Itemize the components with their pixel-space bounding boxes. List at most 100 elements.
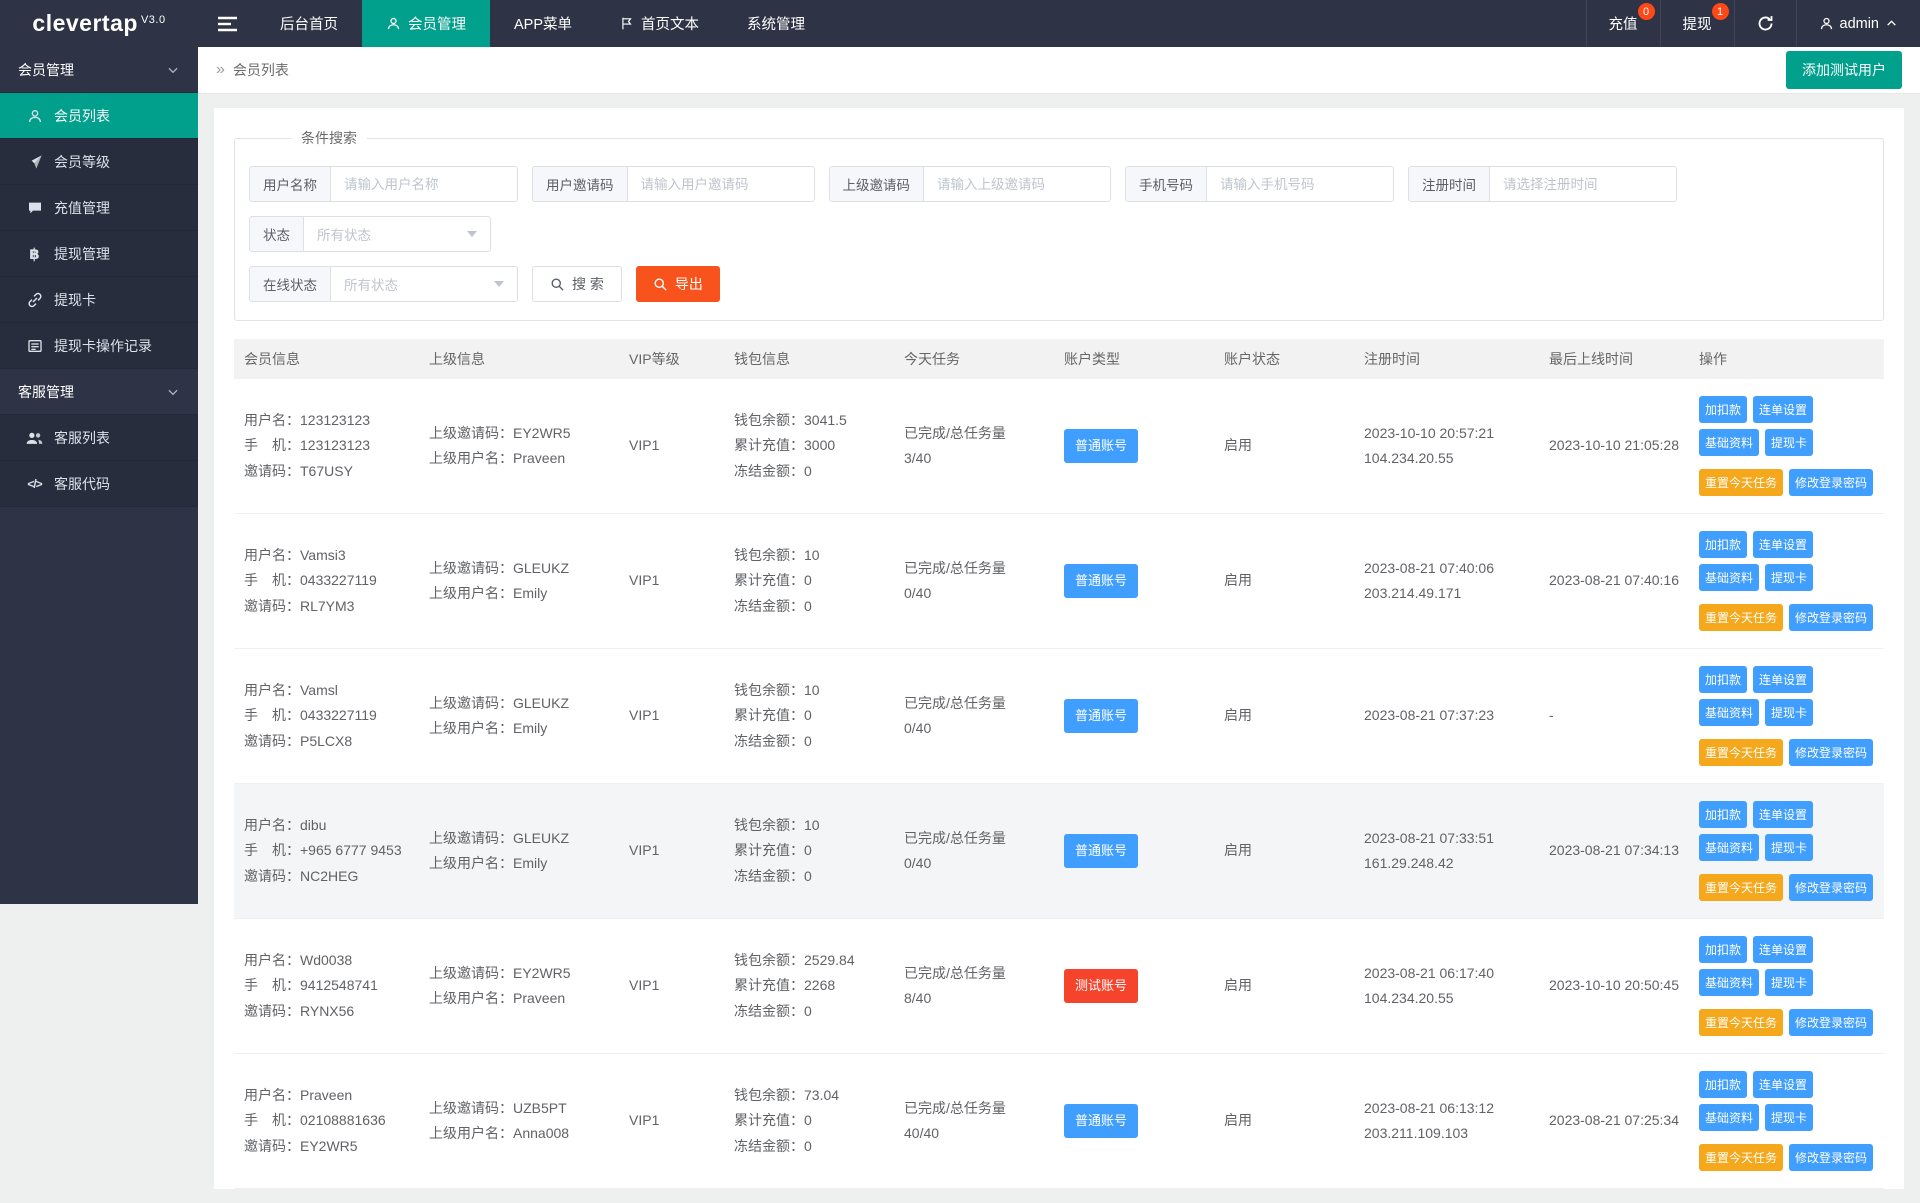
register-time-value: 2023-10-10 20:57:21 — [1364, 421, 1529, 446]
recharge-notice-button[interactable]: 充值 0 — [1586, 0, 1660, 47]
recharge-total-value: 0 — [804, 572, 812, 588]
basic-info-button[interactable]: 基础资料 — [1699, 834, 1759, 861]
sidebar-item-support-code[interactable]: </> 客服代码 — [0, 461, 198, 507]
sidebar-item-label: 客服列表 — [54, 428, 110, 448]
register-ip-value: 104.234.20.55 — [1364, 986, 1529, 1011]
online-status-select[interactable]: 所有状态 — [331, 267, 517, 301]
phone-label: 手 机： — [244, 1112, 300, 1128]
serial-setting-button[interactable]: 连单设置 — [1753, 1071, 1813, 1098]
reset-tasks-button[interactable]: 重置今天任务 — [1699, 739, 1783, 766]
parent-code-label: 上级邀请码： — [429, 1100, 513, 1116]
change-password-button[interactable]: 修改登录密码 — [1789, 1009, 1873, 1036]
sidebar-item-member-level[interactable]: 会员等级 — [0, 139, 198, 185]
basic-info-button[interactable]: 基础资料 — [1699, 969, 1759, 996]
nav-item-home-text[interactable]: 首页文本 — [596, 0, 723, 47]
nav-item-app-menu[interactable]: APP菜单 — [490, 0, 596, 47]
register-time-value: 2023-08-21 07:40:06 — [1364, 556, 1529, 581]
operations-group-primary: 加扣款 连单设置 基础资料 提现卡 — [1699, 936, 1878, 996]
column-header: 注册时间 — [1354, 349, 1539, 369]
sidebar-item-withdraw-card[interactable]: 提现卡 — [0, 277, 198, 323]
serial-setting-button[interactable]: 连单设置 — [1753, 936, 1813, 963]
nav-item-system[interactable]: 系统管理 — [723, 0, 829, 47]
sidebar-item-withdraw-card-log[interactable]: 提现卡操作记录 — [0, 323, 198, 369]
reset-tasks-button[interactable]: 重置今天任务 — [1699, 604, 1783, 631]
tasks-value: 40/40 — [904, 1121, 1044, 1146]
main-content: » 会员列表 添加测试用户 条件搜索 用户名称 用户邀请码 上级邀请码 — [198, 47, 1920, 1203]
tasks-value: 8/40 — [904, 986, 1044, 1011]
refresh-button[interactable] — [1734, 0, 1796, 47]
basic-info-button[interactable]: 基础资料 — [1699, 429, 1759, 456]
export-button[interactable]: 导出 — [636, 266, 720, 302]
parent-name-label: 上级用户名： — [429, 990, 513, 1006]
table-row: 用户名：123123123 手 机：123123123 邀请码：T67USY 上… — [234, 379, 1884, 514]
change-password-button[interactable]: 修改登录密码 — [1789, 739, 1873, 766]
parent-code-value: EY2WR5 — [513, 425, 571, 441]
account-status-cell: 启用 — [1214, 1108, 1354, 1133]
sidebar-group-label: 会员管理 — [18, 60, 74, 80]
caret-down-icon — [494, 281, 504, 287]
withdraw-card-button[interactable]: 提现卡 — [1765, 564, 1813, 591]
online-status-select-value: 所有状态 — [344, 274, 398, 294]
invite-code-label: 邀请码： — [244, 868, 300, 884]
serial-setting-button[interactable]: 连单设置 — [1753, 801, 1813, 828]
code-icon: </> — [26, 477, 43, 491]
change-password-button[interactable]: 修改登录密码 — [1789, 604, 1873, 631]
sidebar-item-recharge-mgmt[interactable]: 充值管理 — [0, 185, 198, 231]
withdraw-notice-button[interactable]: 提现 1 — [1660, 0, 1734, 47]
nav-item-dashboard[interactable]: 后台首页 — [256, 0, 362, 47]
frozen-value: 0 — [804, 598, 812, 614]
search-button[interactable]: 搜 索 — [532, 266, 622, 302]
basic-info-button[interactable]: 基础资料 — [1699, 699, 1759, 726]
add-deduct-button[interactable]: 加扣款 — [1699, 396, 1747, 423]
sidebar-group-members[interactable]: 会员管理 — [0, 47, 198, 93]
phone-input[interactable] — [1207, 167, 1393, 201]
add-test-user-button[interactable]: 添加测试用户 — [1786, 51, 1902, 89]
sidebar-item-member-list[interactable]: 会员列表 — [0, 93, 198, 139]
add-deduct-button[interactable]: 加扣款 — [1699, 531, 1747, 558]
recharge-total-value: 3000 — [804, 437, 835, 453]
account-status-cell: 启用 — [1214, 568, 1354, 593]
change-password-button[interactable]: 修改登录密码 — [1789, 874, 1873, 901]
phone-label: 手 机： — [244, 842, 300, 858]
user-invite-input[interactable] — [628, 167, 814, 201]
withdraw-card-button[interactable]: 提现卡 — [1765, 1104, 1813, 1131]
reset-tasks-button[interactable]: 重置今天任务 — [1699, 874, 1783, 901]
basic-info-button[interactable]: 基础资料 — [1699, 564, 1759, 591]
table-row: 用户名：Praveen 手 机：02108881636 邀请码：EY2WR5 上… — [234, 1054, 1884, 1189]
add-deduct-button[interactable]: 加扣款 — [1699, 666, 1747, 693]
withdraw-card-button[interactable]: 提现卡 — [1765, 429, 1813, 456]
parent-name-label: 上级用户名： — [429, 1125, 513, 1141]
admin-menu[interactable]: admin — [1796, 0, 1920, 47]
serial-setting-button[interactable]: 连单设置 — [1753, 531, 1813, 558]
operations-group-primary: 加扣款 连单设置 基础资料 提现卡 — [1699, 666, 1878, 726]
change-password-button[interactable]: 修改登录密码 — [1789, 469, 1873, 496]
change-password-button[interactable]: 修改登录密码 — [1789, 1144, 1873, 1171]
breadcrumb-bar: » 会员列表 添加测试用户 — [198, 47, 1920, 94]
regtime-input[interactable] — [1490, 167, 1676, 201]
recharge-total-label: 累计充值： — [734, 1112, 804, 1128]
serial-setting-button[interactable]: 连单设置 — [1753, 396, 1813, 423]
withdraw-card-button[interactable]: 提现卡 — [1765, 699, 1813, 726]
basic-info-button[interactable]: 基础资料 — [1699, 1104, 1759, 1131]
reset-tasks-button[interactable]: 重置今天任务 — [1699, 469, 1783, 496]
sidebar-item-support-list[interactable]: 客服列表 — [0, 415, 198, 461]
sidebar-group-support[interactable]: 客服管理 — [0, 369, 198, 415]
parent-code-value: GLEUKZ — [513, 695, 569, 711]
column-header: 今天任务 — [894, 349, 1054, 369]
sidebar-collapse-button[interactable] — [198, 0, 256, 47]
add-deduct-button[interactable]: 加扣款 — [1699, 801, 1747, 828]
reset-tasks-button[interactable]: 重置今天任务 — [1699, 1009, 1783, 1036]
status-select[interactable]: 所有状态 — [304, 217, 490, 251]
nav-item-members[interactable]: 会员管理 — [362, 0, 490, 47]
sidebar-item-withdraw-mgmt[interactable]: ฿ 提现管理 — [0, 231, 198, 277]
add-deduct-button[interactable]: 加扣款 — [1699, 936, 1747, 963]
users-icon — [26, 430, 43, 446]
withdraw-card-button[interactable]: 提现卡 — [1765, 969, 1813, 996]
account-type-badge: 测试账号 — [1064, 969, 1138, 1002]
username-input[interactable] — [331, 167, 517, 201]
serial-setting-button[interactable]: 连单设置 — [1753, 666, 1813, 693]
reset-tasks-button[interactable]: 重置今天任务 — [1699, 1144, 1783, 1171]
withdraw-card-button[interactable]: 提现卡 — [1765, 834, 1813, 861]
parent-invite-input[interactable] — [924, 167, 1110, 201]
add-deduct-button[interactable]: 加扣款 — [1699, 1071, 1747, 1098]
